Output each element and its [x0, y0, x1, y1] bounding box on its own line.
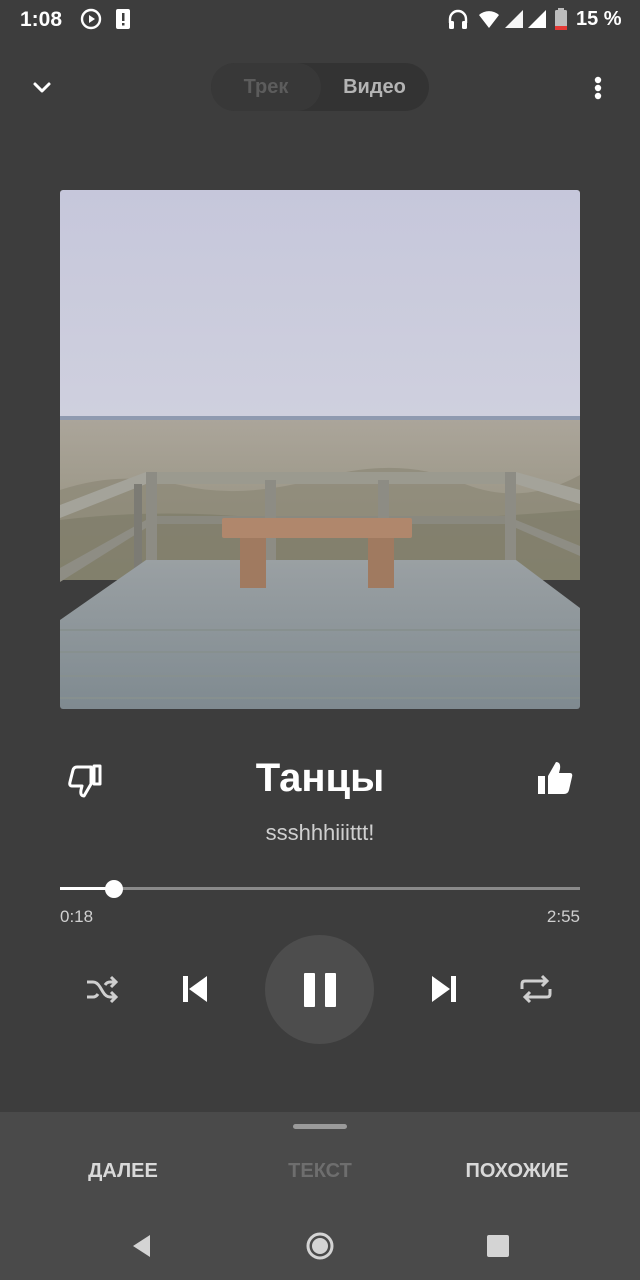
pause-icon [303, 972, 336, 1007]
back-button[interactable] [122, 1226, 162, 1266]
status-time: 1:08 [20, 8, 63, 31]
headphones-icon [448, 9, 468, 29]
track-artist[interactable]: ssshhhiiittt! [120, 820, 520, 846]
battery-icon [555, 8, 567, 30]
thumb-up-icon [538, 762, 573, 794]
like-button[interactable] [532, 756, 578, 802]
skip-previous-icon [183, 976, 207, 1002]
recents-icon [487, 1235, 509, 1257]
next-button[interactable] [419, 964, 469, 1014]
alert-icon [116, 9, 130, 29]
tab-video[interactable]: Видео [320, 63, 429, 111]
previous-button[interactable] [170, 964, 220, 1014]
battery-percent: 15 % [576, 8, 622, 30]
signal-icon [505, 10, 523, 28]
skip-next-icon [432, 976, 456, 1002]
progress-track[interactable] [60, 887, 580, 890]
wifi-icon [479, 11, 499, 28]
home-button[interactable] [300, 1226, 340, 1266]
recents-button[interactable] [478, 1226, 518, 1266]
progress-thumb[interactable] [105, 880, 123, 898]
album-artwork [60, 190, 580, 709]
thumb-down-icon [68, 764, 102, 798]
shuffle-icon [87, 975, 119, 1004]
shuffle-button[interactable] [77, 964, 127, 1014]
dislike-button[interactable] [62, 758, 108, 804]
back-icon [133, 1235, 150, 1257]
tab-up-next[interactable]: ДАЛЕЕ [62, 1160, 184, 1183]
collapse-button[interactable] [22, 70, 62, 106]
pause-button[interactable] [265, 935, 374, 1044]
sheet-drag-handle[interactable] [293, 1124, 347, 1129]
artwork-image [60, 190, 580, 709]
current-time: 0:18 [60, 907, 94, 926]
tab-related[interactable]: ПОХОЖИЕ [450, 1160, 584, 1183]
tab-lyrics[interactable]: ТЕКСТ [260, 1160, 380, 1183]
chevron-down-icon [33, 82, 51, 93]
track-title: Танцы [255, 756, 385, 800]
signal-icon [528, 10, 546, 28]
repeat-button[interactable] [511, 964, 561, 1014]
more-vert-icon [594, 76, 602, 100]
home-icon [306, 1232, 334, 1260]
tab-track[interactable]: Трек [211, 63, 321, 111]
more-options-button[interactable] [582, 70, 614, 106]
repeat-icon [520, 974, 552, 1004]
play-circle-icon [80, 8, 102, 30]
total-time: 2:55 [546, 907, 580, 926]
